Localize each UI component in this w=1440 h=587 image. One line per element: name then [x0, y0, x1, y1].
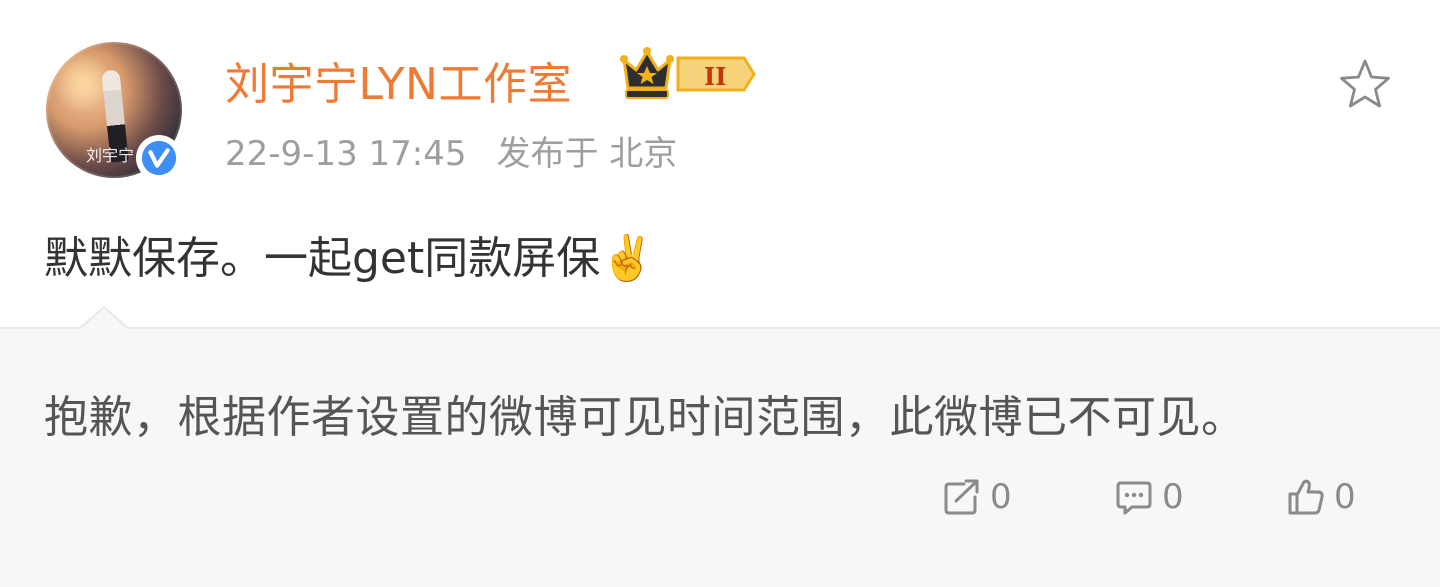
comment-icon — [1116, 481, 1152, 515]
star-icon[interactable] — [1336, 56, 1394, 114]
repost-icon — [944, 479, 979, 515]
like-icon — [1288, 479, 1324, 515]
repost-count: 0 — [990, 477, 1012, 517]
comment-count: 0 — [1162, 477, 1184, 517]
post-location: 发布于 北京 — [496, 134, 678, 174]
unavailable-notice: 抱歉，根据作者设置的微博可见时间范围，此微博已不可见。 — [44, 392, 1246, 443]
avatar-signature: 刘宇宁 — [86, 146, 135, 165]
repost-button[interactable]: 0 — [942, 469, 1012, 525]
retweet-caret — [78, 305, 130, 331]
like-count: 0 — [1334, 477, 1356, 517]
like-button[interactable]: 0 — [1286, 469, 1356, 525]
post-timestamp: 22-9-13 17:45 — [225, 134, 467, 174]
retweet-panel[interactable]: 抱歉，根据作者设置的微博可见时间范围，此微博已不可见。 0 0 0 — [0, 305, 1440, 587]
post-header: 刘宇宁 刘宇宁LYN工作室 II 22-9-13 17:45 发布于 北京 — [0, 0, 1440, 200]
author-name[interactable]: 刘宇宁LYN工作室 — [225, 48, 572, 112]
vip-level: II — [704, 62, 726, 91]
verified-icon — [136, 135, 182, 181]
crown-vip-icon[interactable]: II — [620, 46, 756, 102]
comment-button[interactable]: 0 — [1114, 469, 1184, 525]
post-text: 默默保存。一起get同款屏保✌️ — [44, 233, 656, 284]
post-meta: 22-9-13 17:45 发布于 北京 — [225, 126, 677, 175]
retweet-actions: 0 0 0 — [0, 469, 1440, 525]
